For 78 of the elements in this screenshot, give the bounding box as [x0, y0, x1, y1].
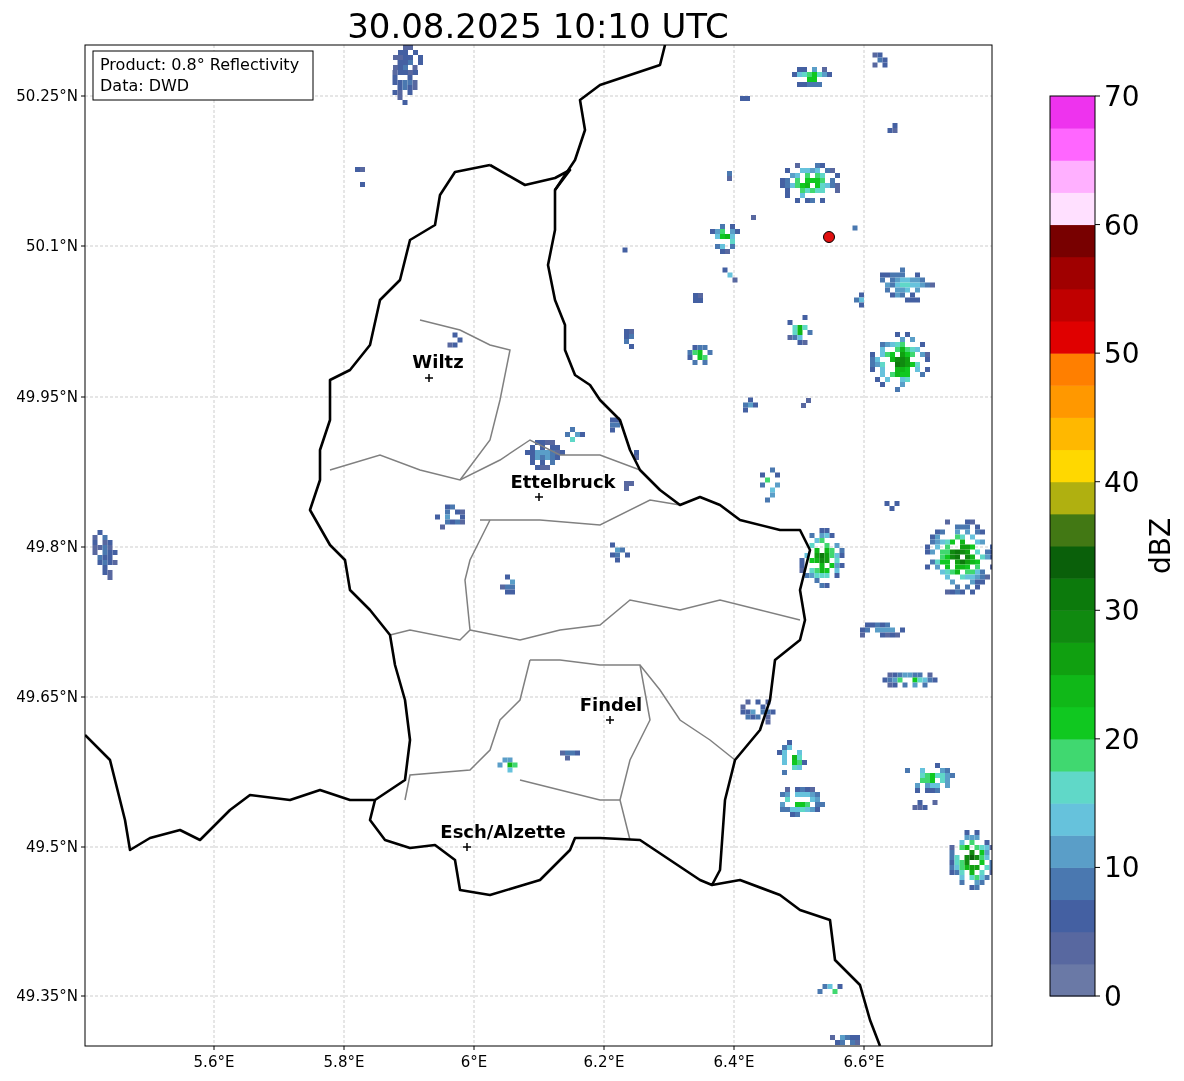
radar-echo	[740, 96, 750, 101]
radar-echo	[884, 501, 900, 511]
radar-echo	[500, 574, 515, 595]
longitude-label: 6.2°E	[583, 1053, 625, 1071]
scale-label: 60	[1104, 208, 1140, 242]
info-text: Data: DWD	[100, 76, 190, 95]
info-text: Product: 0.8° Reflectivity	[100, 55, 300, 74]
latitude-label: 50.1°N	[25, 237, 78, 255]
radar-echo	[634, 450, 639, 460]
radar-echo	[780, 163, 840, 203]
longitude-label: 6.6°E	[843, 1053, 885, 1071]
location-marker	[823, 231, 835, 243]
city-marker	[462, 842, 472, 852]
radar-echo	[880, 267, 935, 303]
scale-label: 40	[1104, 465, 1140, 499]
radar-echo	[624, 481, 634, 491]
radar-echo	[792, 67, 832, 87]
longitude-label: 5.6°E	[193, 1053, 235, 1071]
radar-echo	[687, 345, 713, 365]
city-marker	[605, 715, 615, 725]
longitude-label: 6.4°E	[713, 1053, 755, 1071]
radar-echo	[817, 984, 843, 994]
radar-echo	[624, 329, 634, 349]
radar-echo	[751, 215, 756, 220]
radar-echo	[740, 699, 776, 725]
radar-echo	[92, 530, 118, 580]
radar-echo	[882, 672, 938, 688]
latitude-label: 50.25°N	[16, 87, 78, 105]
city-label: Esch/Alzette	[440, 821, 566, 842]
scale-label: 50	[1104, 337, 1140, 371]
scale-title: dBZ	[1144, 517, 1177, 575]
radar-echo	[610, 542, 630, 563]
latitude-label: 49.5°N	[25, 838, 78, 856]
latitude-label: 49.8°N	[25, 538, 78, 556]
scale-label: 10	[1104, 851, 1140, 885]
latitude-label: 49.35°N	[16, 987, 78, 1005]
radar-echo	[560, 750, 580, 761]
radar-echo	[760, 467, 780, 503]
longitude-label: 6°E	[460, 1053, 488, 1071]
radar-echo	[777, 740, 807, 775]
radar-echo	[887, 123, 898, 133]
scale-label: 70	[1104, 80, 1140, 113]
latitude-label: 49.65°N	[16, 688, 78, 706]
radar-echo	[610, 417, 620, 433]
city-label: Findel	[579, 694, 643, 715]
longitude-label: 5.8°E	[323, 1053, 365, 1071]
radar-echo	[912, 800, 938, 810]
city-marker	[534, 492, 544, 502]
radar-echo	[799, 528, 845, 588]
radar-echo	[854, 292, 864, 308]
radar-echo	[905, 763, 955, 793]
radar-echo	[447, 332, 463, 348]
radar-echo	[860, 622, 905, 638]
scale-label: 30	[1104, 594, 1140, 628]
radar-echo	[787, 315, 813, 345]
radar-echo	[870, 332, 930, 392]
radar-echo	[722, 267, 738, 283]
radar-echo	[622, 247, 628, 253]
radar-echo	[435, 504, 465, 530]
radar-echo	[693, 293, 703, 303]
radar-echo	[780, 787, 825, 817]
radar-echo	[830, 1035, 860, 1045]
radar-echo	[743, 397, 758, 413]
radar-echo	[710, 224, 740, 254]
radar-echo	[852, 225, 858, 231]
latitude-label: 49.95°N	[16, 388, 78, 406]
radar-echo	[497, 757, 518, 773]
radar-echo	[801, 398, 811, 408]
radar-echo	[949, 830, 992, 890]
city-label: Ettelbruck	[510, 471, 616, 492]
city-marker	[424, 373, 434, 383]
radar-echo	[355, 167, 365, 187]
map-title: 30.08.2025 10:10 UTC	[347, 6, 729, 46]
scale-label: 0	[1104, 980, 1122, 1013]
radar-echo	[727, 171, 732, 181]
city-label: Wiltz	[412, 351, 464, 372]
radar-echo	[872, 52, 888, 68]
scale-label: 20	[1104, 722, 1140, 756]
